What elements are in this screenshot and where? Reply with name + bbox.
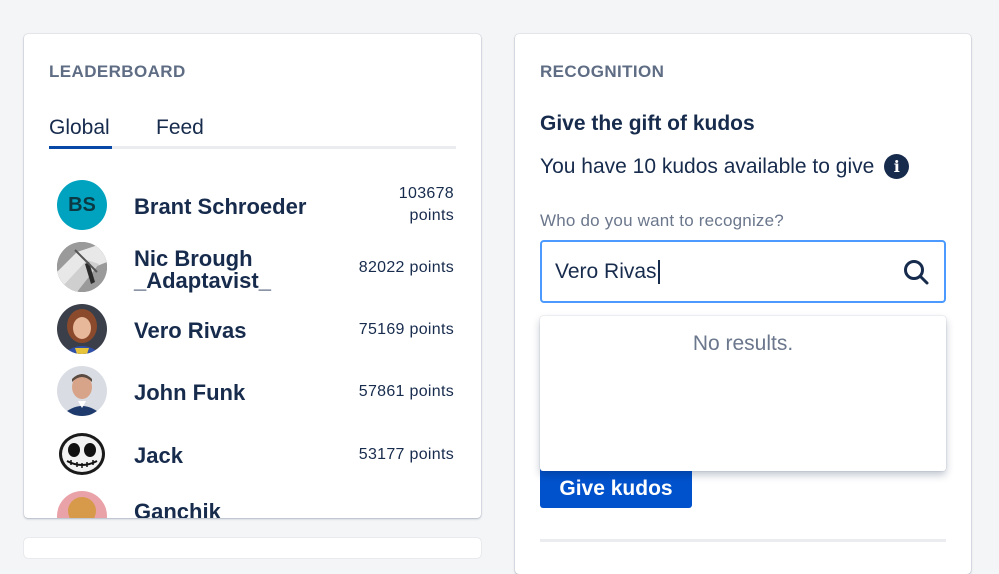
user-points: 53177 points	[358, 446, 454, 463]
photo-woman-icon	[57, 304, 107, 354]
info-icon[interactable]: i	[884, 154, 910, 179]
search-text: Vero Rivas	[555, 260, 657, 283]
user-points: 75169 points	[358, 321, 454, 338]
points-unit: points	[409, 207, 454, 224]
search-input-value[interactable]: Vero Rivas	[555, 260, 660, 285]
give-kudos-button[interactable]: Give kudos	[540, 466, 692, 508]
kudos-available: You have 10 kudos available to give i	[540, 154, 910, 179]
user-points: 57861 points	[358, 383, 454, 400]
user-name: John Funk	[134, 380, 246, 405]
avatar	[57, 304, 107, 354]
recognition-title: RECOGNITION	[540, 62, 665, 81]
leaderboard-row[interactable]: Vero Rivas 75169 points	[24, 304, 481, 366]
user-name: Jack	[134, 443, 183, 468]
recipient-field-label: Who do you want to recognize?	[540, 211, 784, 230]
leaderboard-card: LEADERBOARD Global Feed BS Brant Schroed…	[24, 34, 481, 518]
points-value: 103678	[398, 185, 454, 202]
avatar	[57, 366, 107, 416]
recognition-subtitle: Give the gift of kudos	[540, 112, 755, 135]
user-name: Ganchik	[134, 499, 221, 519]
leaderboard-title: LEADERBOARD	[49, 62, 186, 81]
recipient-search-input[interactable]: Vero Rivas	[540, 240, 946, 303]
search-icon[interactable]	[902, 258, 930, 286]
leaderboard-row[interactable]: BS Brant Schroeder 103678 points	[24, 180, 481, 242]
user-name: Nic Brough _Adaptavist_	[134, 248, 271, 292]
next-card-stub	[24, 538, 481, 558]
avatar: BS	[57, 180, 107, 230]
avatar	[57, 242, 107, 292]
kudos-available-text: You have 10 kudos available to give	[540, 154, 875, 178]
user-points: 82022 points	[358, 259, 454, 276]
leaderboard-tabs: Global Feed	[49, 116, 456, 149]
leaderboard-row[interactable]: Ganchik	[24, 491, 481, 518]
user-points: 103678 points	[399, 183, 454, 227]
user-name: Vero Rivas	[134, 318, 247, 343]
user-name-line: _Adaptavist_	[134, 268, 271, 293]
tab-global[interactable]: Global	[49, 116, 110, 140]
leaderboard-row[interactable]: Nic Brough _Adaptavist_ 82022 points	[24, 242, 481, 304]
avatar-initials: BS	[68, 193, 96, 216]
active-tab-indicator	[49, 146, 112, 149]
leaderboard-row[interactable]: Jack 53177 points	[24, 429, 481, 491]
avatar	[57, 491, 107, 518]
recognition-card: RECOGNITION Give the gift of kudos You h…	[515, 34, 971, 574]
user-name-line: Nic Brough	[134, 246, 253, 271]
user-name: Brant Schroeder	[134, 194, 307, 219]
photo-bw-icon	[57, 242, 107, 292]
photo-partial-icon	[57, 491, 107, 518]
avatar	[57, 429, 107, 479]
leaderboard-row[interactable]: John Funk 57861 points	[24, 366, 481, 428]
no-results-message: No results.	[692, 332, 794, 355]
text-caret	[657, 260, 660, 285]
photo-man-icon	[57, 366, 107, 416]
skull-face-icon	[57, 429, 107, 479]
search-results-dropdown: No results.	[540, 316, 946, 471]
divider	[540, 539, 946, 542]
tab-feed[interactable]: Feed	[156, 116, 204, 140]
